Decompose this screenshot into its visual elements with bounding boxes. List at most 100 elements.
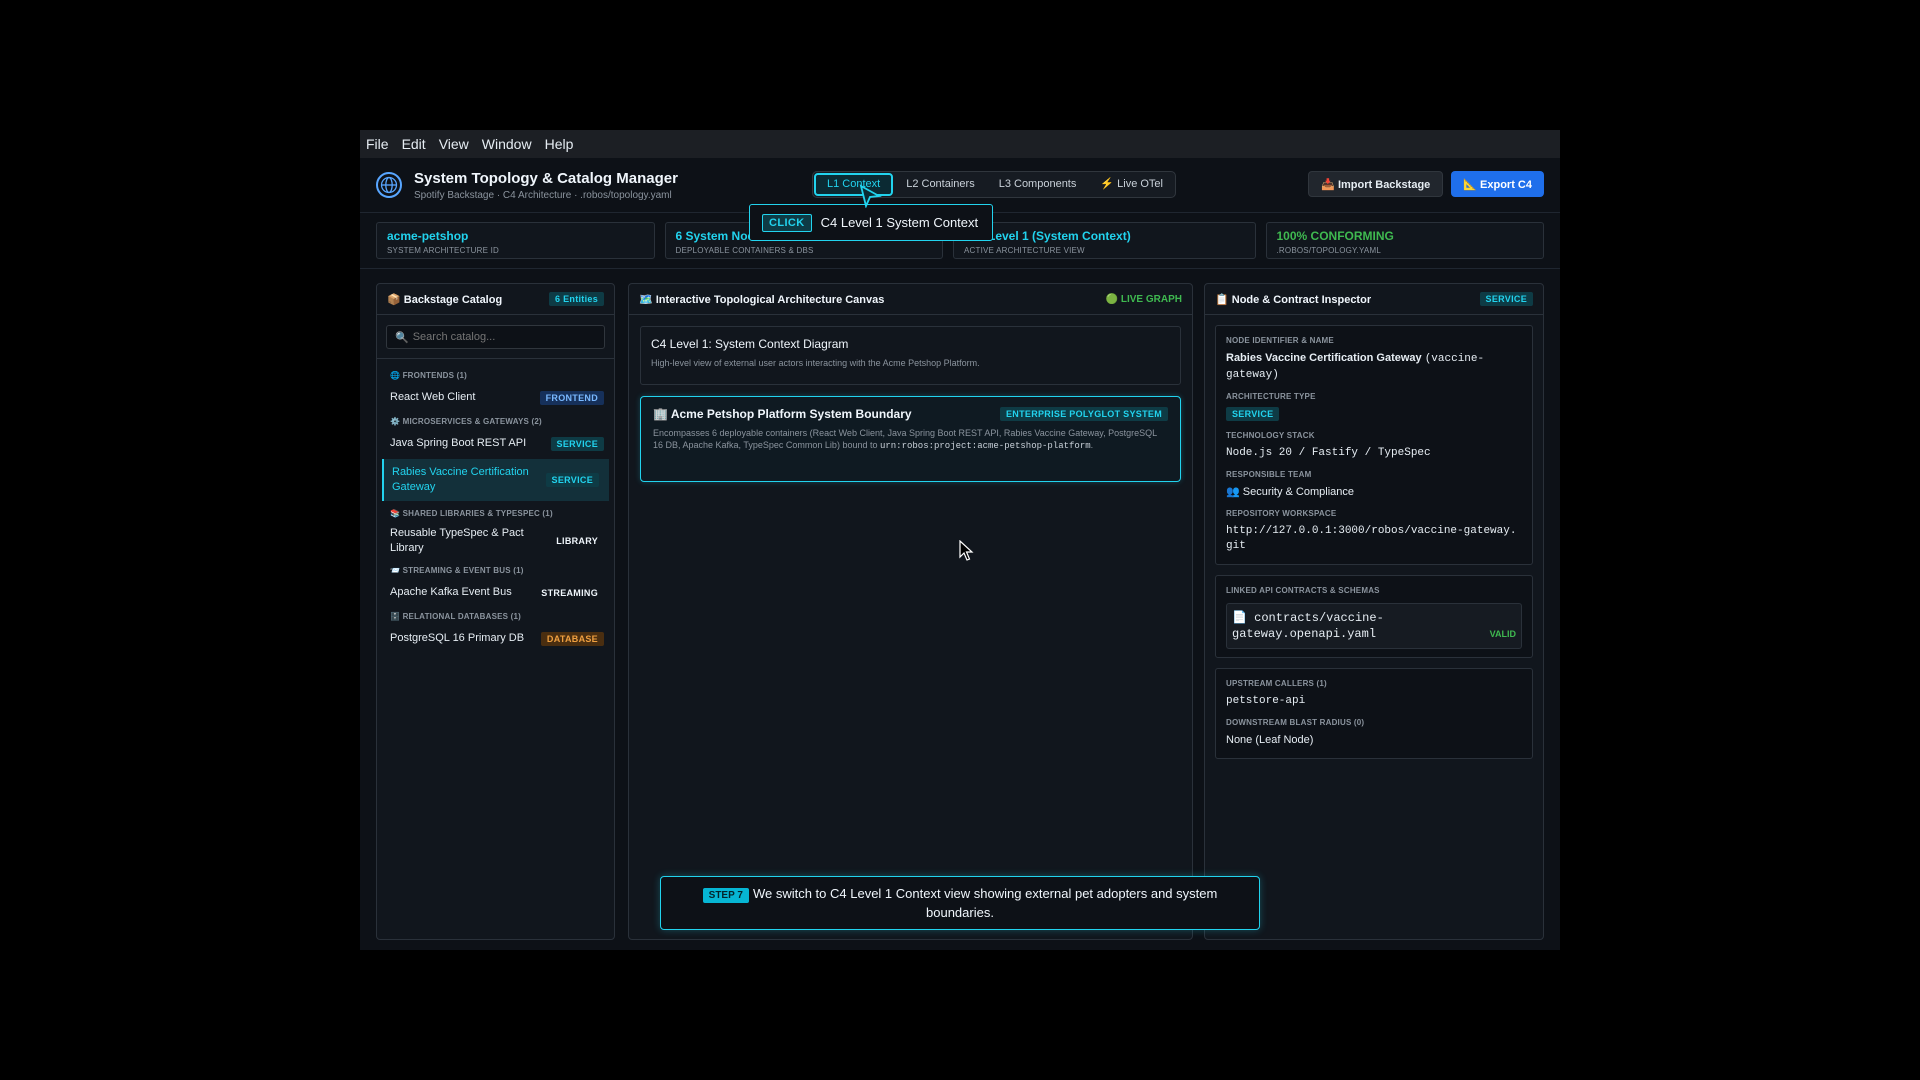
catalog-list: 🌐 FRONTENDS (1) React Web Client FRONTEN…	[377, 358, 614, 652]
node-type-badge: SERVICE	[1479, 292, 1533, 306]
stat-value: Level 1 (System Context)	[988, 229, 1131, 243]
app-title: System Topology & Catalog Manager	[414, 169, 678, 187]
canvas-title: 🗺️ Interactive Topological Architecture …	[639, 293, 885, 306]
catalog-header: 📦 Backstage Catalog 6 Entities	[377, 284, 614, 315]
app-subtitle: Spotify Backstage · C4 Architecture · .r…	[414, 189, 672, 201]
technology-stack: Node.js 20 / Fastify / TypeSpec	[1226, 447, 1431, 459]
field-label: TECHNOLOGY STACK	[1226, 431, 1315, 440]
stat-label: SYSTEM ARCHITECTURE ID	[387, 246, 499, 255]
boundary-badge: ENTERPRISE POLYGLOT SYSTEM	[1000, 407, 1168, 421]
field-label: LINKED API CONTRACTS & SCHEMAS	[1226, 586, 1380, 595]
catalog-item[interactable]: Apache Kafka Event Bus STREAMING	[377, 579, 614, 606]
catalog-item-name: PostgreSQL 16 Primary DB	[390, 632, 525, 644]
tab-l2-containers[interactable]: L2 Containers	[895, 173, 986, 196]
kind-badge: SERVICE	[545, 473, 599, 487]
responsible-team: 👥 Security & Compliance	[1226, 486, 1355, 498]
cursor-highlight-icon	[859, 184, 882, 208]
catalog-item-selected[interactable]: Rabies Vaccine Certification Gateway SER…	[382, 459, 609, 501]
live-graph-status: 🟢 LIVE GRAPH	[1105, 293, 1182, 305]
catalog-item[interactable]: Java Spring Boot REST API SERVICE	[377, 430, 614, 457]
header-actions: 📥 Import Backstage 📐 Export C4	[1308, 171, 1544, 197]
inspector-header: 📋 Node & Contract Inspector SERVICE	[1205, 284, 1543, 315]
stat-card: 100% CONFORMING .ROBOS/TOPOLOGY.YAML	[1265, 222, 1544, 259]
node-details-card: NODE IDENTIFIER & NAME Rabies Vaccine Ce…	[1215, 325, 1533, 565]
export-c4-button[interactable]: 📐 Export C4	[1451, 171, 1544, 197]
inspector-title: 📋 Node & Contract Inspector	[1215, 293, 1372, 306]
globe-icon	[376, 172, 402, 198]
catalog-group-header: 📚 SHARED LIBRARIES & TYPESPEC (1)	[390, 509, 553, 518]
search-input[interactable]	[412, 331, 593, 343]
entity-count-badge: 6 Entities	[548, 292, 604, 306]
search-icon: 🔍	[395, 331, 409, 344]
main-columns: 📦 Backstage Catalog 6 Entities 🔍 🌐 FRONT…	[376, 283, 1544, 940]
click-tag: CLICK	[762, 213, 812, 232]
catalog-group-header: 🌐 FRONTENDS (1)	[390, 371, 467, 380]
catalog-panel: 📦 Backstage Catalog 6 Entities 🔍 🌐 FRONT…	[376, 283, 615, 940]
diagram-title: C4 Level 1: System Context Diagram	[651, 337, 849, 351]
stat-value: 100% CONFORMING	[1276, 229, 1394, 243]
catalog-search[interactable]: 🔍	[386, 325, 605, 349]
kind-badge: DATABASE	[540, 631, 604, 646]
catalog-title: 📦 Backstage Catalog	[387, 293, 503, 306]
contract-item[interactable]: 📄 contracts/vaccine-gateway.openapi.yaml…	[1226, 603, 1522, 649]
diagram-info-card: C4 Level 1: System Context Diagram High-…	[640, 326, 1181, 385]
field-label: RESPONSIBLE TEAM	[1226, 470, 1312, 479]
project-urn: urn:robos:project:acme-petshop-platform	[879, 441, 1091, 451]
stat-card: Level 1 (System Context) ACTIVE ARCHITEC…	[953, 222, 1256, 259]
menu-window[interactable]: Window	[482, 136, 532, 152]
catalog-item-name: Apache Kafka Event Bus	[390, 586, 512, 598]
field-label: NODE IDENTIFIER & NAME	[1226, 336, 1334, 345]
canvas-panel: 🗺️ Interactive Topological Architecture …	[628, 283, 1193, 940]
import-backstage-button[interactable]: 📥 Import Backstage	[1308, 171, 1444, 197]
downstream-blast-radius: None (Leaf Node)	[1226, 734, 1314, 746]
contracts-card: LINKED API CONTRACTS & SCHEMAS 📄 contrac…	[1215, 575, 1533, 658]
catalog-item[interactable]: Reusable TypeSpec & Pact Library LIBRARY	[377, 522, 614, 560]
contract-file: 📄 contracts/vaccine-gateway.openapi.yaml	[1232, 611, 1384, 641]
menu-help[interactable]: Help	[545, 136, 574, 152]
click-hint-tooltip: CLICK C4 Level 1 System Context	[749, 204, 993, 241]
upstream-callers: petstore-api	[1226, 695, 1306, 707]
stat-label: .ROBOS/TOPOLOGY.YAML	[1276, 246, 1381, 255]
menu-file[interactable]: File	[366, 136, 389, 152]
menu-bar: File Edit View Window Help	[360, 130, 1560, 158]
catalog-group-header: 📨 STREAMING & EVENT BUS (1)	[390, 566, 524, 575]
field-label: REPOSITORY WORKSPACE	[1226, 509, 1337, 518]
stat-value: acme-petshop	[387, 229, 469, 243]
architecture-type-badge: SERVICE	[1226, 407, 1280, 421]
kind-badge: FRONTEND	[539, 390, 604, 405]
title-block: System Topology & Catalog Manager Spotif…	[414, 170, 678, 201]
stat-label: ACTIVE ARCHITECTURE VIEW	[964, 246, 1085, 255]
kind-badge: STREAMING	[541, 587, 598, 598]
catalog-item-name: Rabies Vaccine Certification Gateway	[392, 466, 529, 493]
catalog-item-name: Reusable TypeSpec & Pact Library	[390, 527, 524, 554]
field-label: DOWNSTREAM BLAST RADIUS (0)	[1226, 718, 1365, 727]
catalog-item[interactable]: PostgreSQL 16 Primary DB DATABASE	[377, 625, 614, 652]
boundary-title: 🏢 Acme Petshop Platform System Boundary	[653, 407, 912, 421]
step-tag: STEP 7	[702, 888, 749, 903]
mouse-pointer-icon	[959, 540, 974, 561]
inspector-panel: 📋 Node & Contract Inspector SERVICE NODE…	[1204, 283, 1544, 940]
node-name: Rabies Vaccine Certification Gateway (va…	[1226, 352, 1485, 381]
boundary-description: Encompasses 6 deployable containers (Rea…	[653, 428, 1157, 451]
step-caption: STEP 7 We switch to C4 Level 1 Context vi…	[660, 876, 1260, 930]
tooltip-text: C4 Level 1 System Context	[820, 215, 979, 230]
catalog-item-name: Java Spring Boot REST API	[390, 437, 527, 449]
stat-label: DEPLOYABLE CONTAINERS & DBS	[675, 246, 814, 255]
system-boundary-node[interactable]: 🏢 Acme Petshop Platform System Boundary …	[640, 396, 1181, 482]
step-text: We switch to C4 Level 1 Context view sho…	[752, 886, 1218, 920]
catalog-group-header: ⚙️ MICROSERVICES & GATEWAYS (2)	[390, 417, 542, 426]
dependencies-card: UPSTREAM CALLERS (1) petstore-api DOWNST…	[1215, 668, 1533, 759]
contract-status: VALID	[1489, 629, 1516, 639]
field-label: UPSTREAM CALLERS (1)	[1226, 679, 1327, 688]
menu-view[interactable]: View	[439, 136, 469, 152]
kind-badge: LIBRARY	[556, 536, 598, 546]
catalog-item-name: React Web Client	[390, 391, 476, 403]
stat-card: acme-petshop SYSTEM ARCHITECTURE ID	[376, 222, 655, 259]
tab-l3-components[interactable]: L3 Components	[988, 173, 1088, 196]
repository-url[interactable]: http://127.0.0.1:3000/robos/vaccine-gate…	[1226, 524, 1522, 554]
catalog-item[interactable]: React Web Client FRONTEND	[377, 384, 614, 411]
diagram-description: High-level view of external user actors …	[651, 358, 980, 368]
menu-edit[interactable]: Edit	[402, 136, 426, 152]
tab-live-otel[interactable]: ⚡ Live OTel	[1089, 173, 1174, 196]
field-label: ARCHITECTURE TYPE	[1226, 392, 1316, 401]
